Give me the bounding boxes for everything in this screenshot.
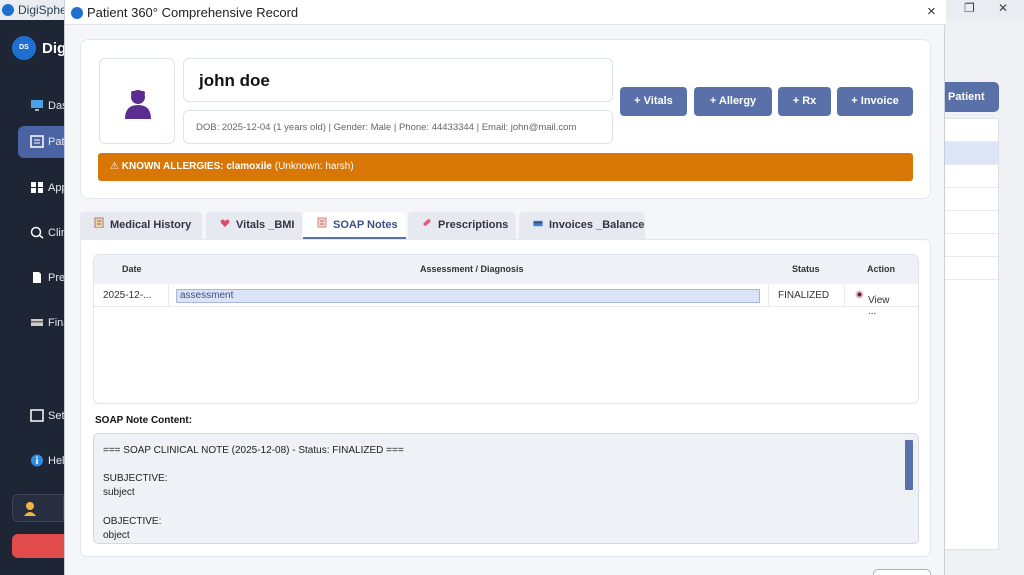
add-invoice-button[interactable]: + Invoice — [837, 87, 913, 116]
table-row[interactable]: 2025-12-... assessment FINALIZED View ..… — [94, 285, 918, 317]
patient-header-card: john doe DOB: 2025-12-04 (1 years old) |… — [80, 39, 931, 199]
sidebar-item-help[interactable]: Hel — [18, 445, 65, 477]
background-sidebar: DS Dig Das Pati App Clin Pre Fina Set He… — [0, 20, 69, 575]
sidebar-item-prescriptions[interactable]: Pre — [18, 262, 65, 294]
sidebar-item-settings[interactable]: Set — [18, 400, 65, 432]
soap-notes-table: Date Assessment / Diagnosis Status Actio… — [93, 254, 919, 404]
clipboard-icon — [94, 217, 104, 228]
sidebar-item-clinical[interactable]: Clin — [18, 217, 67, 249]
allergy-alert-banner: ⚠ KNOWN ALLERGIES: clamoxile (Unknown: h… — [98, 153, 913, 181]
brand-text: Dig — [42, 40, 67, 57]
sidebar-item-dashboard[interactable]: Das — [18, 90, 68, 122]
soap-line: SUBJECTIVE: — [103, 473, 168, 484]
logout-button[interactable] — [12, 534, 64, 558]
soap-content-textarea[interactable]: === SOAP CLINICAL NOTE (2025-12-08) - St… — [93, 433, 919, 544]
current-user-chip[interactable] — [12, 494, 64, 522]
sidebar-item-finance[interactable]: Fina — [18, 307, 69, 339]
view-note-button[interactable]: View ... — [855, 290, 890, 317]
patient-360-dialog: Patient 360° Comprehensive Record × john… — [64, 0, 946, 575]
tab-medical-history[interactable]: Medical History — [80, 212, 202, 239]
column-header-assessment[interactable]: Assessment / Diagnosis — [420, 264, 524, 274]
row-date: 2025-12-... — [103, 290, 152, 301]
pill-icon — [423, 219, 431, 226]
soap-line: object — [103, 530, 130, 541]
table-row[interactable] — [945, 119, 998, 142]
soap-line: === SOAP CLINICAL NOTE (2025-12-08) - St… — [103, 445, 404, 456]
patient-card-icon — [30, 135, 44, 148]
dialog-logo-icon — [71, 7, 83, 19]
row-assessment[interactable]: assessment — [176, 289, 760, 303]
table-row[interactable] — [945, 234, 998, 257]
grid-icon — [31, 182, 43, 193]
clinic-icon — [30, 226, 44, 239]
sidebar-item-appointments[interactable]: App — [18, 172, 68, 204]
brand-logo-icon: DS — [12, 36, 36, 60]
patient-avatar-icon — [125, 90, 151, 119]
app-logo-icon — [2, 4, 14, 16]
background-patient-list: Patient — [944, 20, 1024, 575]
allergy-label: KNOWN ALLERGIES: clamoxile — [121, 161, 272, 172]
scrollbar-thumb[interactable] — [905, 440, 913, 490]
user-avatar-icon — [24, 502, 36, 516]
column-divider — [768, 285, 769, 307]
patient-meta-box: DOB: 2025-12-04 (1 years old) | Gender: … — [183, 110, 613, 144]
add-patient-button[interactable]: Patient — [944, 82, 999, 112]
table-header: Date Assessment / Diagnosis Status Actio… — [94, 255, 918, 284]
patient-table — [944, 118, 999, 550]
table-row[interactable] — [945, 188, 998, 211]
settings-icon — [30, 409, 44, 422]
tab-invoices-balance[interactable]: Invoices _Balance — [519, 212, 645, 239]
table-row[interactable] — [945, 257, 998, 280]
close-icon[interactable]: ✕ — [998, 1, 1008, 15]
tab-vitals-bmi[interactable]: Vitals _BMI — [206, 212, 302, 239]
heart-icon — [220, 219, 230, 227]
table-row[interactable] — [945, 165, 998, 188]
tab-prescriptions[interactable]: Prescriptions — [408, 212, 516, 239]
background-app-title: DigiSphe — [18, 3, 67, 17]
soap-line: OBJECTIVE: — [103, 516, 162, 527]
tab-soap-notes[interactable]: SOAP Notes — [303, 212, 406, 239]
restore-icon[interactable]: ❐ — [964, 1, 975, 15]
dialog-titlebar: Patient 360° Comprehensive Record × — [65, 0, 946, 25]
avatar — [99, 58, 175, 144]
table-row[interactable] — [945, 142, 998, 165]
column-header-status[interactable]: Status — [792, 264, 820, 274]
patient-name: john doe — [199, 71, 270, 90]
warning-icon: ⚠ — [110, 161, 119, 172]
add-allergy-button[interactable]: + Allergy — [694, 87, 772, 116]
column-header-action[interactable]: Action — [867, 264, 895, 274]
soap-line: subject — [103, 487, 135, 498]
card-icon — [31, 319, 43, 326]
notes-icon — [317, 217, 327, 228]
document-icon — [33, 272, 41, 283]
dialog-close-icon[interactable]: × — [927, 3, 936, 20]
column-divider — [168, 285, 169, 307]
patient-name-box: john doe — [183, 58, 613, 102]
column-header-date[interactable]: Date — [122, 264, 142, 274]
soap-content-label: SOAP Note Content: — [95, 415, 193, 426]
patient-meta: DOB: 2025-12-04 (1 years old) | Gender: … — [196, 122, 577, 133]
add-vitals-button[interactable]: + Vitals — [620, 87, 687, 116]
monitor-icon — [31, 100, 43, 111]
eye-icon — [855, 290, 864, 299]
column-divider — [844, 285, 845, 307]
info-icon — [31, 454, 43, 467]
dialog-title: Patient 360° Comprehensive Record — [87, 5, 299, 20]
dialog-footer-button[interactable] — [873, 569, 931, 575]
add-rx-button[interactable]: + Rx — [778, 87, 831, 116]
sidebar-item-patients[interactable]: Pati — [18, 126, 67, 158]
soap-notes-panel: Date Assessment / Diagnosis Status Actio… — [80, 239, 931, 557]
allergy-detail: (Unknown: harsh) — [274, 161, 354, 172]
row-status: FINALIZED — [778, 290, 830, 301]
invoice-icon — [533, 220, 543, 227]
table-row[interactable] — [945, 211, 998, 234]
